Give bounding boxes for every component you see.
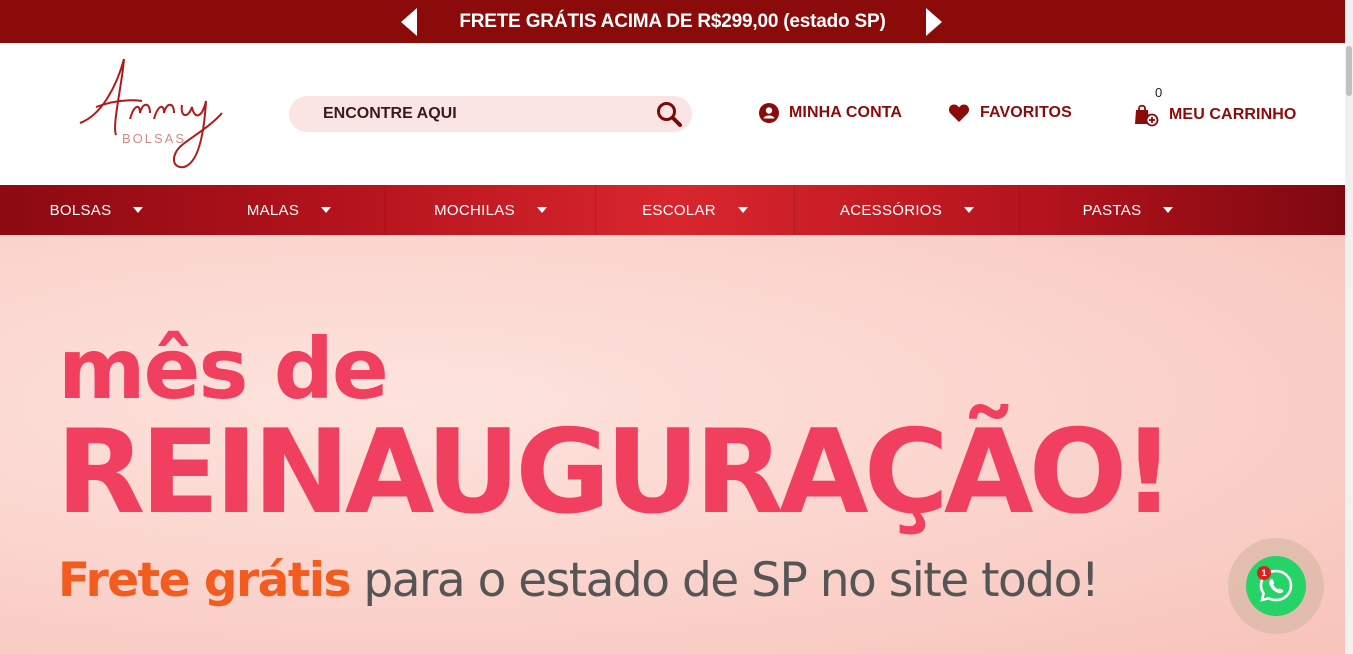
- promo-prev-arrow-icon[interactable]: [401, 8, 417, 36]
- page-scrollbar[interactable]: [1345, 0, 1353, 654]
- nav-item-label: MALAS: [246, 201, 300, 219]
- cart-count: 0: [1155, 85, 1163, 100]
- promo-bar: FRETE GRÁTIS ACIMA DE R$299,00 (estado S…: [0, 0, 1345, 43]
- account-link[interactable]: MINHA CONTA: [759, 103, 902, 123]
- nav-item-pastas[interactable]: PASTAS: [1020, 185, 1236, 235]
- nav-item-label: BOLSAS: [49, 201, 112, 219]
- user-icon: [759, 103, 779, 123]
- account-label: MINHA CONTA: [789, 104, 903, 121]
- hero-subline-accent: Frete grátis: [58, 553, 351, 608]
- hero-line-1: mês de: [58, 320, 389, 418]
- nav-item-bolsas[interactable]: BOLSAS: [0, 185, 193, 235]
- caret-down-icon: [964, 207, 975, 213]
- page: FRETE GRÁTIS ACIMA DE R$299,00 (estado S…: [0, 0, 1353, 654]
- hero-subline: Frete grátis para o estado de SP no site…: [58, 557, 1100, 604]
- nav-item-label: PASTAS: [1082, 201, 1142, 219]
- hero-headline: REINAUGURAÇÃO!: [56, 405, 1175, 540]
- search-icon[interactable]: [656, 101, 682, 127]
- caret-down-icon: [321, 207, 332, 213]
- nav-item-escolar[interactable]: ESCOLAR: [596, 185, 794, 235]
- scrollbar-thumb[interactable]: [1346, 46, 1352, 96]
- nav-item-malas[interactable]: MALAS: [193, 185, 385, 235]
- promo-next-arrow-icon[interactable]: [926, 8, 942, 36]
- heart-icon: [948, 104, 970, 122]
- cart-link[interactable]: MEU CARRINHO: [1133, 103, 1296, 127]
- favorites-label: FAVORITOS: [980, 104, 1072, 121]
- caret-down-icon: [737, 207, 748, 213]
- favorites-link[interactable]: FAVORITOS: [948, 103, 1072, 123]
- whatsapp-button[interactable]: [1246, 556, 1306, 616]
- shopping-bag-icon: [1135, 104, 1159, 127]
- nav-item-acessorios[interactable]: ACESSÓRIOS: [795, 185, 1019, 235]
- caret-down-icon: [1163, 207, 1174, 213]
- nav-item-label: ACESSÓRIOS: [839, 201, 943, 219]
- nav-item-label: ESCOLAR: [642, 201, 716, 219]
- promo-text: FRETE GRÁTIS ACIMA DE R$299,00 (estado S…: [459, 10, 886, 32]
- hero-banner[interactable]: mês de REINAUGURAÇÃO! Frete grátis para …: [0, 235, 1345, 654]
- nav-item-label: MOCHILAS: [434, 201, 515, 219]
- hero-subline-rest: para o estado de SP no site todo!: [349, 553, 1099, 608]
- whatsapp-notification-badge: 1: [1257, 566, 1271, 580]
- brand-logo-sub: BOLSAS: [122, 131, 186, 146]
- cart-label: MEU CARRINHO: [1169, 106, 1297, 123]
- category-nav: BOLSAS MALAS MOCHILAS ESCOLAR ACESSÓRIOS…: [0, 185, 1345, 235]
- search-bar: [289, 96, 692, 132]
- caret-down-icon: [536, 207, 547, 213]
- caret-down-icon: [133, 207, 144, 213]
- search-input[interactable]: [323, 105, 643, 123]
- nav-item-mochilas[interactable]: MOCHILAS: [386, 185, 595, 235]
- brand-logo[interactable]: BOLSAS: [72, 55, 227, 175]
- site-header: BOLSAS MINHA CONTA FAVORITOS 0: [0, 43, 1345, 185]
